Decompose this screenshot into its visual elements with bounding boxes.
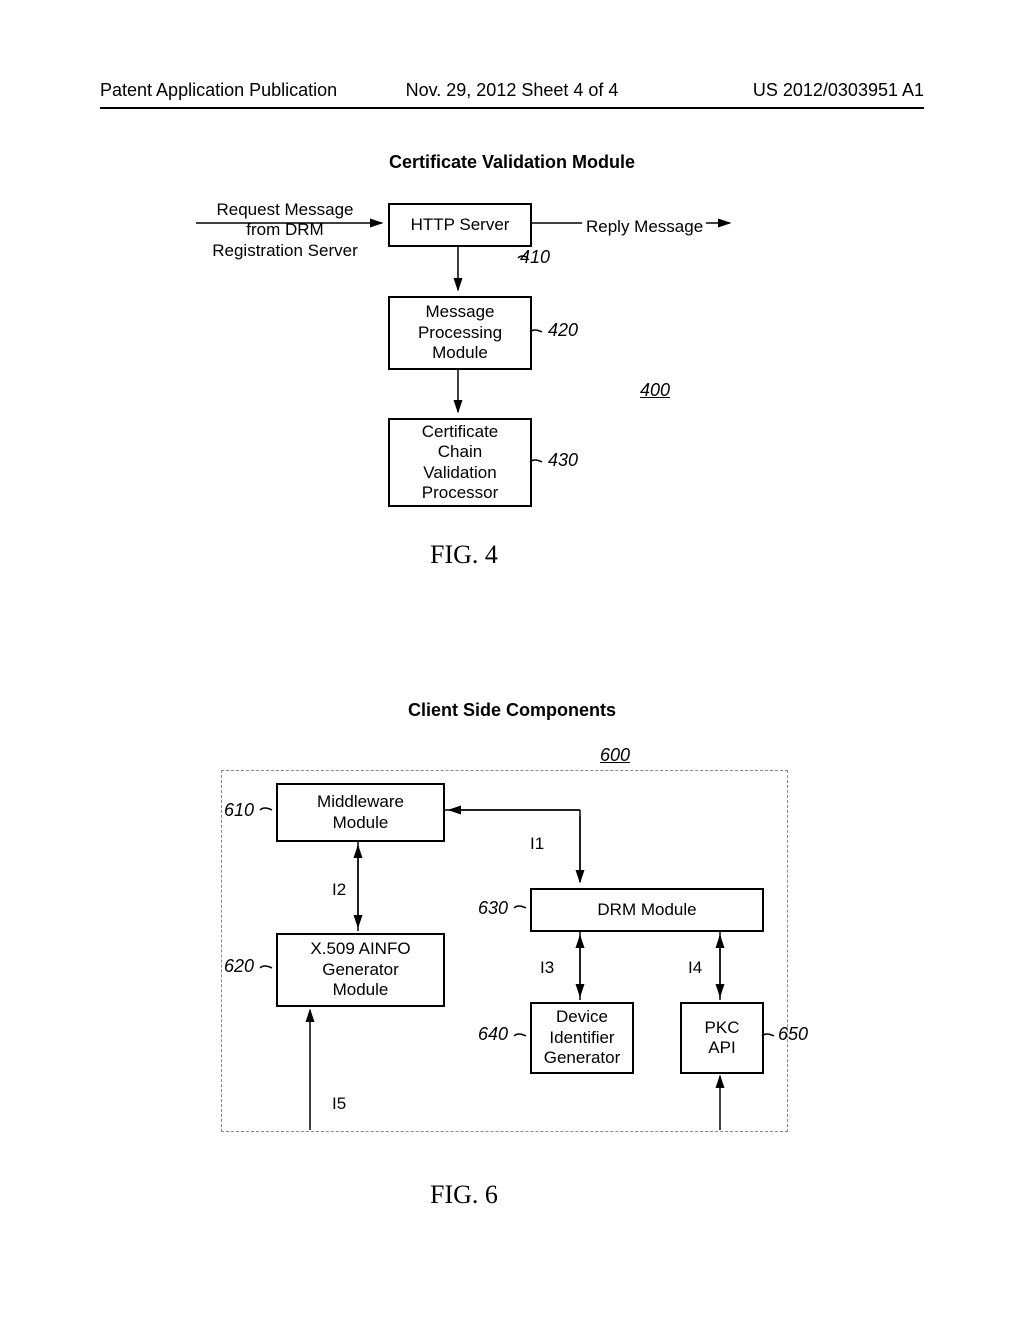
header-left: Patent Application Publication xyxy=(100,80,375,101)
fig4-title: Certificate Validation Module xyxy=(0,152,1024,173)
fig6-ref-610: 610 xyxy=(224,800,254,821)
fig6-i1: I1 xyxy=(530,834,544,854)
fig6-ref-600: 600 xyxy=(600,745,630,766)
fig4-request-label: Request Messagefrom DRMRegistration Serv… xyxy=(200,200,370,261)
fig4-box-cert-chain-validation: CertificateChainValidationProcessor xyxy=(388,418,532,507)
fig6-i4: I4 xyxy=(688,958,702,978)
fig4-reply-label: Reply Message xyxy=(586,217,703,237)
fig4-caption: FIG. 4 xyxy=(430,540,498,570)
fig6-ref-650: 650 xyxy=(778,1024,808,1045)
fig4-ref-420: 420 xyxy=(548,320,578,341)
page-header: Patent Application Publication Nov. 29, … xyxy=(100,80,924,109)
fig6-ref-640: 640 xyxy=(478,1024,508,1045)
fig6-title: Client Side Components xyxy=(0,700,1024,721)
fig6-caption: FIG. 6 xyxy=(430,1180,498,1210)
header-center: Nov. 29, 2012 Sheet 4 of 4 xyxy=(375,80,650,101)
fig6-i3: I3 xyxy=(540,958,554,978)
fig6-box-device-id: DeviceIdentifierGenerator xyxy=(530,1002,634,1074)
fig6-box-middleware: MiddlewareModule xyxy=(276,783,445,842)
fig6-i2: I2 xyxy=(332,880,346,900)
fig4-box-message-processing: MessageProcessingModule xyxy=(388,296,532,370)
fig6-i5: I5 xyxy=(332,1094,346,1114)
fig6-box-pkc-api: PKCAPI xyxy=(680,1002,764,1074)
fig4-box-http-server: HTTP Server xyxy=(388,203,532,247)
fig4-ref-400: 400 xyxy=(640,380,670,401)
header-right: US 2012/0303951 A1 xyxy=(649,80,924,101)
page: Patent Application Publication Nov. 29, … xyxy=(0,0,1024,1320)
fig6-box-drm: DRM Module xyxy=(530,888,764,932)
fig4-ref-410: 410 xyxy=(520,247,550,268)
fig6-ref-620: 620 xyxy=(224,956,254,977)
fig6-box-x509-ainfo: X.509 AINFOGeneratorModule xyxy=(276,933,445,1007)
fig6-ref-630: 630 xyxy=(478,898,508,919)
fig4-ref-430: 430 xyxy=(548,450,578,471)
